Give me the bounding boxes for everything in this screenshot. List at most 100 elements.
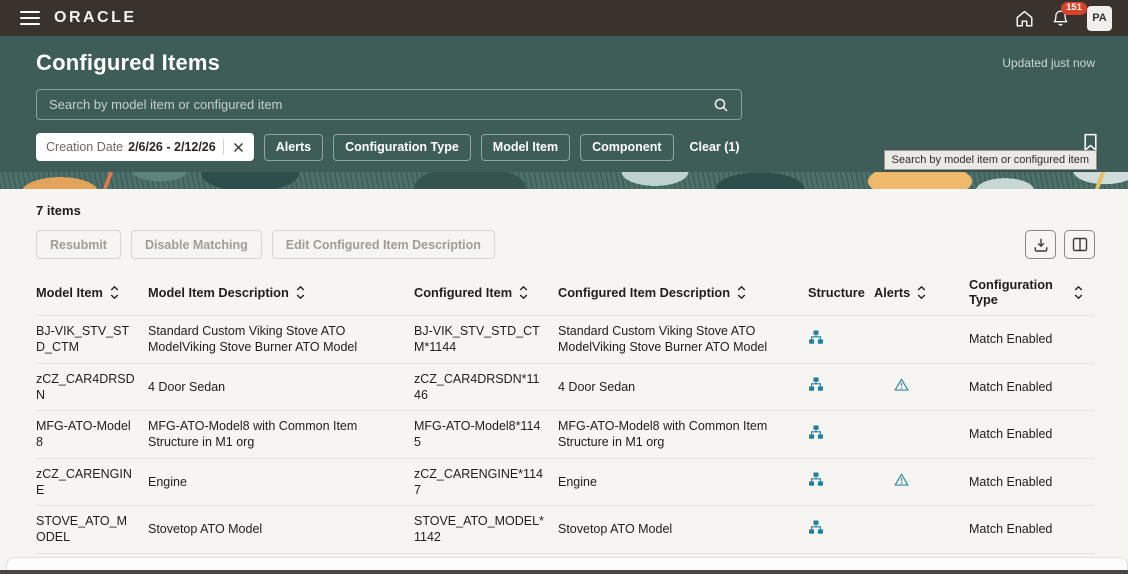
clear-filters-link[interactable]: Clear (1) <box>690 140 740 154</box>
structure-cell <box>808 363 874 411</box>
model-item-cell: STOVE_ATO_MODEL <box>36 506 148 554</box>
model-item-cell: zCZ_CAR4DRSDN <box>36 363 148 411</box>
page: ORACLE 151 PA Configured Items Updated j… <box>0 0 1128 574</box>
column-label: Configured Item <box>414 285 512 300</box>
column-label: Structure <box>808 285 865 300</box>
filter-chip-alerts[interactable]: Alerts <box>264 134 323 161</box>
structure-cell <box>808 411 874 459</box>
model-item-cell: MFG-ATO-Model8 <box>36 411 148 459</box>
edit-configured-item-description-button[interactable]: Edit Configured Item Description <box>272 230 495 259</box>
filter-chip-component[interactable]: Component <box>580 134 673 161</box>
configured-item-cell: zCZ_CAR4DRSDN*1146 <box>414 363 558 411</box>
filter-chip-list: Alerts Configuration Type Model Item Compon… <box>264 134 674 161</box>
configuration-type-cell: Match Enabled <box>969 316 1095 364</box>
model-item-description-cell: MFG-ATO-Model8 with Common Item Structur… <box>148 411 414 459</box>
alerts-cell <box>874 363 969 411</box>
filter-chip-creation-date[interactable]: Creation Date 2/6/26 - 2/12/26 <box>36 133 254 161</box>
table-row[interactable]: STOVE_ATO_MODELStovetop ATO ModelSTOVE_A… <box>36 506 1095 554</box>
disable-matching-button[interactable]: Disable Matching <box>131 230 262 259</box>
model-item-cell: BJ-VIK_STV_STD_CTM <box>36 316 148 364</box>
filter-chip-configuration-type[interactable]: Configuration Type <box>333 134 471 161</box>
column-header-configuration-type[interactable]: Configuration Type <box>969 269 1095 316</box>
menu-icon[interactable] <box>20 11 40 25</box>
remove-filter-icon[interactable] <box>231 140 246 155</box>
column-header-model-item[interactable]: Model Item <box>36 269 148 316</box>
alerts-cell <box>874 458 969 506</box>
alerts-cell <box>874 316 969 364</box>
configured-item-description-cell: Stovetop ATO Model <box>558 506 808 554</box>
page-title: Configured Items <box>36 50 220 76</box>
sort-icon[interactable] <box>519 285 528 300</box>
user-avatar[interactable]: PA <box>1087 6 1112 31</box>
table-row[interactable]: zCZ_CAR4DRSDN4 Door SedanzCZ_CAR4DRSDN*1… <box>36 363 1095 411</box>
table-row[interactable]: BJ-VIK_STV_STD_CTMStandard Custom Viking… <box>36 316 1095 364</box>
updated-status: Updated just now <box>1002 50 1095 70</box>
notifications-bell-icon[interactable]: 151 <box>1052 9 1069 28</box>
hierarchy-structure-icon[interactable] <box>808 425 824 440</box>
configured-item-description-cell: Standard Custom Viking Stove ATO ModelVi… <box>558 316 808 364</box>
search-icon[interactable] <box>709 93 733 117</box>
model-item-description-cell: Standard Custom Viking Stove ATO ModelVi… <box>148 316 414 364</box>
content-area: 7 items Resubmit Disable Matching Edit C… <box>0 189 1128 574</box>
column-label: Configured Item Description <box>558 285 730 300</box>
bookmark-tooltip: Search by model item or configured item <box>884 150 1097 170</box>
model-item-description-cell: Engine <box>148 458 414 506</box>
manage-columns-icon[interactable] <box>1064 230 1095 259</box>
resubmit-button[interactable]: Resubmit <box>36 230 121 259</box>
model-item-cell: zCZ_CARENGINE <box>36 458 148 506</box>
configuration-type-cell: Match Enabled <box>969 411 1095 459</box>
column-label: Model Item Description <box>148 285 289 300</box>
structure-cell <box>808 316 874 364</box>
alerts-cell <box>874 506 969 554</box>
table-row[interactable]: MFG-ATO-Model8MFG-ATO-Model8 with Common… <box>36 411 1095 459</box>
column-header-structure: Structure <box>808 269 874 316</box>
search-input[interactable] <box>49 97 709 112</box>
window-edge <box>0 570 1128 574</box>
configuration-type-cell: Match Enabled <box>969 506 1095 554</box>
sort-icon[interactable] <box>1074 285 1083 300</box>
items-count: 7 items <box>36 203 1095 218</box>
home-icon[interactable] <box>1015 10 1034 27</box>
banner-accent <box>1095 172 1105 189</box>
column-label: Model Item <box>36 285 103 300</box>
model-item-description-cell: Stovetop ATO Model <box>148 506 414 554</box>
configured-item-cell: zCZ_CARENGINE*1147 <box>414 458 558 506</box>
configured-item-description-cell: Engine <box>558 458 808 506</box>
structure-cell <box>808 506 874 554</box>
horizontal-scrollbar[interactable] <box>6 557 1128 570</box>
hierarchy-structure-icon[interactable] <box>808 472 824 487</box>
configured-item-cell: BJ-VIK_STV_STD_CTM*1144 <box>414 316 558 364</box>
column-header-configured-item-description[interactable]: Configured Item Description <box>558 269 808 316</box>
sort-icon[interactable] <box>110 285 119 300</box>
configured-item-description-cell: 4 Door Sedan <box>558 363 808 411</box>
warning-triangle-icon[interactable] <box>894 378 909 391</box>
hierarchy-structure-icon[interactable] <box>808 330 824 345</box>
column-label: Configuration Type <box>969 277 1067 307</box>
filter-chip-value: 2/6/26 - 2/12/26 <box>128 140 216 154</box>
column-label: Alerts <box>874 285 910 300</box>
table-header-row: Model Item Model Item Description Configur… <box>36 269 1095 316</box>
hierarchy-structure-icon[interactable] <box>808 520 824 535</box>
configured-item-cell: MFG-ATO-Model8*1145 <box>414 411 558 459</box>
sort-icon[interactable] <box>737 285 746 300</box>
search-bar[interactable] <box>36 89 742 120</box>
column-header-configured-item[interactable]: Configured Item <box>414 269 558 316</box>
column-header-model-item-description[interactable]: Model Item Description <box>148 269 414 316</box>
column-header-alerts[interactable]: Alerts <box>874 269 969 316</box>
sort-icon[interactable] <box>296 285 305 300</box>
configured-item-description-cell: MFG-ATO-Model8 with Common Item Structur… <box>558 411 808 459</box>
table-row[interactable]: zCZ_CARENGINEEnginezCZ_CARENGINE*1147Eng… <box>36 458 1095 506</box>
decorative-banner <box>0 172 1128 189</box>
download-icon[interactable] <box>1025 230 1056 259</box>
divider <box>223 139 224 155</box>
configuration-type-cell: Match Enabled <box>969 458 1095 506</box>
top-bar: ORACLE 151 PA <box>0 0 1128 36</box>
warning-triangle-icon[interactable] <box>894 473 909 486</box>
model-item-description-cell: 4 Door Sedan <box>148 363 414 411</box>
hierarchy-structure-icon[interactable] <box>808 377 824 392</box>
notification-count-badge: 151 <box>1061 2 1087 15</box>
filter-chip-model-item[interactable]: Model Item <box>481 134 570 161</box>
sort-icon[interactable] <box>917 285 926 300</box>
filter-chip-label: Creation Date <box>46 140 123 154</box>
table-toolbar: Resubmit Disable Matching Edit Configure… <box>36 230 1095 259</box>
